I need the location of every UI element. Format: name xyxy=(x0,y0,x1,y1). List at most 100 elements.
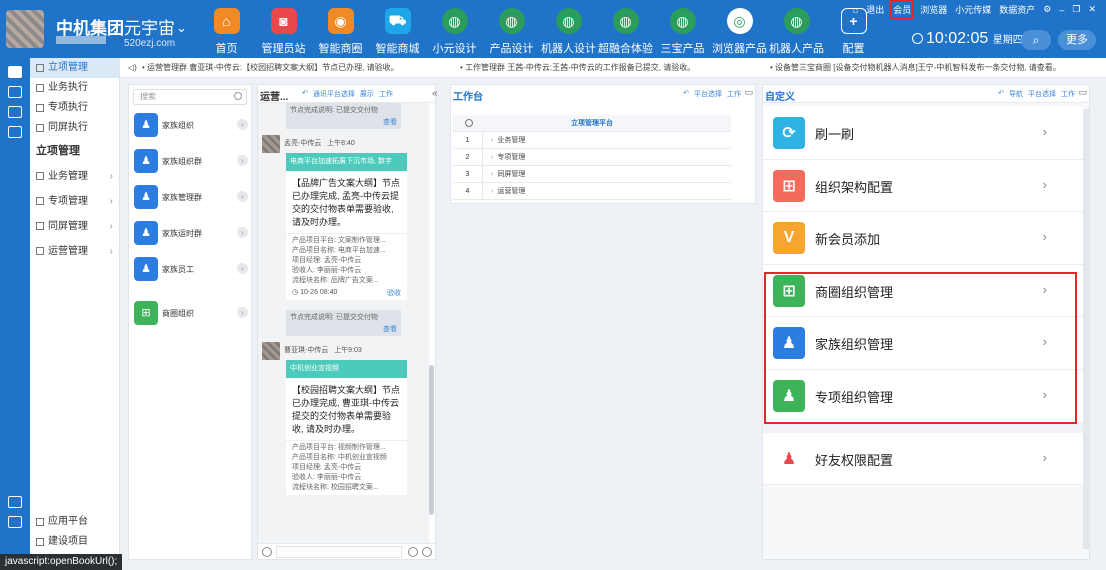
search-icon[interactable] xyxy=(465,119,473,127)
notice-item[interactable]: • 运营管理群 曹亚琪-中传云:【校园招聘文案大纲】节点已办理, 请验收。 xyxy=(142,58,399,77)
screen-icon[interactable] xyxy=(8,106,22,118)
work-action-platform[interactable]: 平台选择 xyxy=(694,89,722,99)
view-link[interactable]: 查看 xyxy=(383,324,397,334)
briefcase-icon[interactable] xyxy=(8,66,22,78)
nav-item-0[interactable]: ⌂ 首页 xyxy=(198,6,255,56)
ops-action-work[interactable]: 工作 xyxy=(379,89,393,99)
avatar[interactable] xyxy=(262,342,280,360)
custom-item-label: 家族组织管理 xyxy=(815,337,894,353)
scrollbar[interactable] xyxy=(429,365,434,515)
family-item[interactable]: ♟ 家族管理群 › xyxy=(129,181,251,215)
custom-action-work[interactable]: 工作 xyxy=(1061,89,1075,99)
nav-item-3[interactable]: ⛟ 智能商城 xyxy=(369,6,426,56)
custom-item-label: 组织架构配置 xyxy=(815,179,894,195)
nav-item-2[interactable]: ◉ 智能商圈 xyxy=(312,6,369,56)
chat-area[interactable]: 节点完成说明: 已提交交付物 查看 孟亮-中传云 上午8:40 电商平台加速拓展下… xyxy=(258,103,429,543)
accept-link[interactable]: 验收 xyxy=(387,288,401,298)
notice-item[interactable]: • 设备管三宝商圈 [设备交付物机器人消息]王宁-中机智科发布一条交付物, 请查… xyxy=(770,58,1061,77)
share-screen-icon[interactable] xyxy=(8,126,22,138)
settings-icon[interactable]: ⚙ xyxy=(1043,4,1051,15)
emoji-icon[interactable] xyxy=(262,547,272,557)
sidenav-build-project[interactable]: 建设项目 xyxy=(30,532,120,552)
sidenav-item-lixiang[interactable]: 立项管理 xyxy=(30,58,119,78)
restore-icon[interactable]: ❐ xyxy=(1072,4,1080,15)
app-platform-icon[interactable] xyxy=(8,496,22,508)
table-row[interactable]: 1 › 业务管理 xyxy=(453,132,731,149)
sidenav-group-zhuanxiang[interactable]: 专项管理 › xyxy=(30,189,119,214)
work-action-work[interactable]: 工作 xyxy=(727,89,741,99)
nav-item-1[interactable]: ◙ 管理员站 xyxy=(255,6,312,56)
more-button[interactable]: 更多 xyxy=(1058,30,1096,50)
custom-item[interactable]: ♟ 好友权限配置 › xyxy=(763,432,1085,486)
link-browser[interactable]: 浏览器 xyxy=(920,3,947,16)
back-icon[interactable]: ↶ xyxy=(683,89,689,99)
sidenav-item-zhuanxiang[interactable]: 专项执行 xyxy=(30,98,119,118)
home-small-icon[interactable]: ⌂ xyxy=(853,5,858,15)
maximize-icon[interactable]: ▭ xyxy=(1078,87,1087,98)
view-link[interactable]: 查看 xyxy=(383,117,397,127)
side-nav: 立项管理 业务执行 专项执行 同屏执行 立项管理 业务管理 › 专项管理 › 同屏管… xyxy=(30,58,120,570)
notice-item[interactable]: • 工作管理群 王茜-中传云:王茜-中传云的工作报备已提交, 请验收。 xyxy=(460,58,695,77)
family-item[interactable]: ♟ 家族组织 › xyxy=(129,109,251,143)
custom-action-platform[interactable]: 平台选择 xyxy=(1028,89,1056,99)
sidenav-app-platform[interactable]: 应用平台 xyxy=(30,512,120,532)
monitor-icon[interactable] xyxy=(8,86,22,98)
family-item[interactable]: ♟ 家族运时群 › xyxy=(129,217,251,251)
minimize-icon[interactable]: – xyxy=(1059,5,1064,15)
card-meta-line: 产品项目名称: 电商平台加速... xyxy=(292,247,386,254)
add-icon[interactable] xyxy=(422,547,432,557)
sidenav-item-tongping[interactable]: 同屏执行 xyxy=(30,118,119,138)
family-search-input[interactable]: 搜索 xyxy=(133,89,247,105)
family-item[interactable]: ♟ 家族组织群 › xyxy=(129,145,251,179)
custom-item[interactable]: V 新会员添加 › xyxy=(763,212,1085,265)
close-icon[interactable]: ✕ xyxy=(1088,4,1096,15)
avatar[interactable] xyxy=(262,135,280,153)
back-icon[interactable]: ↶ xyxy=(998,89,1004,99)
scrollbar[interactable] xyxy=(1083,109,1089,549)
link-logout[interactable]: 退出 xyxy=(866,3,884,16)
search-icon[interactable] xyxy=(408,547,418,557)
table-row[interactable]: 2 › 专项管理 xyxy=(453,149,731,166)
universe-title[interactable]: 元宇宙 xyxy=(124,14,175,39)
table-header: 立项管理平台 xyxy=(453,115,731,132)
card-body: 【校园招聘文案大纲】节点已办理完成, 曹亚琪-中传云提交的交付物表单需要验收, … xyxy=(292,385,401,434)
back-icon[interactable]: ↶ xyxy=(302,89,308,99)
chevron-down-icon[interactable]: ⌄ xyxy=(176,20,187,36)
custom-item[interactable]: ⊞ 组织架构配置 › xyxy=(763,159,1085,213)
link-media[interactable]: 小元传媒 xyxy=(955,3,991,16)
ops-action-platform[interactable]: 通讯平台选择 xyxy=(313,89,355,99)
chevron-right-icon: › xyxy=(1042,386,1047,402)
maximize-icon[interactable]: ▭ xyxy=(744,87,753,98)
table-row[interactable]: 4 › 运营管理 xyxy=(453,183,731,200)
nav-item-10[interactable]: ◍ 机器人产品 xyxy=(768,6,825,56)
circle-icon: ◉ xyxy=(327,8,354,34)
message-card[interactable]: 电商平台加速拓展下沉市场, 数字 【品牌广告文案大纲】节点已办理完成, 孟亮-中… xyxy=(286,153,407,300)
nav-item-4[interactable]: ◍ 小元设计 xyxy=(426,6,483,56)
table-row[interactable]: 3 › 同屏管理 xyxy=(453,166,731,183)
ops-action-display[interactable]: 展示 xyxy=(360,89,374,99)
custom-item[interactable]: ⊞ 商圈组织管理 › xyxy=(763,264,1085,318)
nav-item-7[interactable]: ◍ 超融合体验 xyxy=(597,6,654,56)
custom-item[interactable]: ♟ 专项组织管理 › xyxy=(763,369,1085,423)
sidenav-group-yunying[interactable]: 运营管理 › xyxy=(30,239,119,264)
custom-item[interactable]: ⟳ 刷一刷 › xyxy=(763,107,1085,160)
custom-item[interactable]: ♟ 家族组织管理 › xyxy=(763,317,1085,370)
nav-item-5[interactable]: ◍ 产品设计 xyxy=(483,6,540,56)
collapse-icon[interactable]: « xyxy=(432,88,438,99)
custom-action-nav[interactable]: 导航 xyxy=(1009,89,1023,99)
message-card[interactable]: 中机创业宣视频 【校园招聘文案大纲】节点已办理完成, 曹亚琪-中传云提交的交付物… xyxy=(286,360,407,495)
family-item[interactable]: ⊞ 商圈组织 › xyxy=(129,297,251,331)
sidenav-item-yewu[interactable]: 业务执行 xyxy=(30,78,119,98)
chat-input[interactable] xyxy=(276,546,402,558)
nav-item-6[interactable]: ◍ 机器人设计 xyxy=(540,6,597,56)
family-item[interactable]: ♟ 家族员工 › xyxy=(129,253,251,287)
link-data-assets[interactable]: 数据资产 xyxy=(999,3,1035,16)
build-project-icon[interactable] xyxy=(8,516,22,528)
search-button[interactable]: ⌕ xyxy=(1021,30,1051,50)
nav-item-8[interactable]: ◍ 三宝产品 xyxy=(654,6,711,56)
sidenav-group-yewu[interactable]: 业务管理 › xyxy=(30,164,119,189)
link-member[interactable]: 会员 xyxy=(890,0,915,19)
sidenav-group-tongping[interactable]: 同屏管理 › xyxy=(30,214,119,239)
group-icon: ⊞ xyxy=(134,301,158,325)
nav-item-9[interactable]: ◎ 浏览器产品 xyxy=(711,6,768,56)
